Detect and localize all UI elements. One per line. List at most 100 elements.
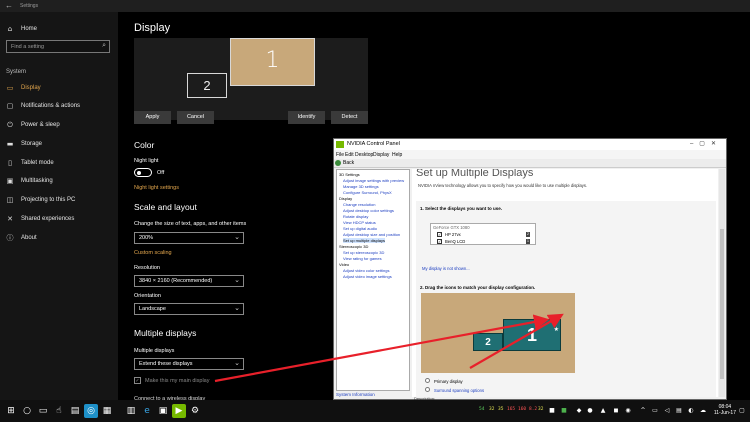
tree-item[interactable]: Rotate display (343, 214, 368, 219)
sidebar-item-label: Tablet mode (21, 160, 54, 166)
display-not-shown-link[interactable]: My display is not shown... (422, 266, 470, 271)
sidebar-item-multitasking[interactable]: ▣ Multitasking (0, 173, 118, 189)
clock[interactable]: 08:04 11-Jun-17 (714, 404, 736, 416)
menu-edit[interactable]: Edit (345, 152, 354, 158)
keyboard-icon[interactable]: ▤ (675, 404, 683, 418)
tree-item-selected[interactable]: Set up multiple displays (343, 238, 386, 243)
menu-file[interactable]: File (336, 152, 344, 158)
menu-display[interactable]: Display (373, 152, 389, 158)
step-1-label: 1. Select the displays you want to use. (420, 206, 503, 211)
tree-item[interactable]: Set up stereoscopic 3D (343, 250, 384, 255)
identify-button[interactable]: Identify (288, 111, 325, 124)
dropdown-value: 200% (139, 235, 154, 241)
tree-item[interactable]: View rating for games (343, 256, 382, 261)
task-view-icon[interactable]: ▭ (36, 404, 50, 418)
menu-help[interactable]: Help (392, 152, 402, 158)
tree-item[interactable]: View HDCP status (343, 220, 376, 225)
cancel-button[interactable]: Cancel (177, 111, 214, 124)
security-icon[interactable]: ◐ (687, 404, 695, 418)
app-window-icon[interactable]: ▣ (156, 404, 170, 418)
monitor-2-tile[interactable]: 2 (187, 73, 227, 98)
apply-button[interactable]: Apply (134, 111, 171, 124)
sidebar-item-about[interactable]: ⓘ About (0, 230, 118, 246)
multiple-displays-label: Multiple displays (134, 348, 175, 354)
main-display-checkbox[interactable]: ✓ (134, 377, 141, 384)
orientation-dropdown[interactable]: Landscape ⌄ (134, 303, 244, 315)
multiple-displays-dropdown[interactable]: Extend these displays ⌄ (134, 358, 244, 370)
sidebar-item-projecting[interactable]: ◫ Projecting to this PC (0, 192, 118, 208)
sidebar-item-notifications[interactable]: ▢ Notifications & actions (0, 98, 118, 114)
info-icon: ⓘ (6, 234, 14, 242)
tree-item[interactable]: Manage 3D settings (343, 184, 379, 189)
monitor-1-tile[interactable]: 1 (230, 38, 315, 86)
tray-app-icon[interactable]: ● (586, 404, 594, 418)
surround-spanning-link[interactable]: Surround spanning options (434, 388, 484, 393)
back-icon[interactable] (335, 160, 341, 166)
scale-dropdown[interactable]: 200% ⌄ (134, 232, 244, 244)
window-controls[interactable]: –▢✕ (690, 140, 722, 147)
night-light-toggle[interactable] (134, 168, 152, 177)
sidebar-item-home[interactable]: ⌂ Home (0, 21, 118, 37)
tree-item[interactable]: Adjust desktop color settings (343, 208, 394, 213)
display-arrangement-area[interactable]: 2 1 ★ (421, 293, 575, 373)
menu-desktop[interactable]: Desktop (355, 152, 373, 158)
sidebar-item-tablet[interactable]: ▯ Tablet mode (0, 155, 118, 171)
nvidia-monitor-1-tile[interactable]: 1 ★ (503, 319, 561, 351)
network-icon[interactable]: ▭ (651, 404, 659, 418)
tree-category[interactable]: Display (339, 196, 352, 201)
hand-icon[interactable]: ☝ (52, 404, 66, 418)
cloud-icon[interactable]: ☁ (699, 404, 707, 418)
back-arrow-icon[interactable]: ← (5, 1, 13, 10)
edge-icon[interactable]: e (140, 404, 154, 418)
resolution-dropdown[interactable]: 3840 × 2160 (Recommended) ⌄ (134, 275, 244, 287)
tree-item[interactable]: Configure Surround, PhysX (343, 190, 392, 195)
tree-item[interactable]: Adjust image settings with preview (343, 178, 404, 183)
tray-app-icon[interactable]: ◼ (612, 404, 620, 418)
volume-icon[interactable]: ◁ (663, 404, 671, 418)
tree-item[interactable]: Adjust video color settings (343, 268, 389, 273)
back-button[interactable]: Back (343, 160, 354, 166)
tree-item[interactable]: Change resolution (343, 202, 375, 207)
nvidia-scrollbar[interactable] (719, 169, 725, 397)
chevron-up-icon[interactable]: ^ (639, 404, 647, 418)
surround-radio[interactable] (425, 387, 430, 392)
sidebar-item-display[interactable]: ▭ Display (0, 80, 118, 96)
tray-app-icon[interactable]: ■ (560, 404, 568, 418)
primary-display-radio[interactable] (425, 378, 430, 383)
night-light-settings-link[interactable]: Night light settings (134, 185, 179, 191)
display-checkbox[interactable]: ✓ (437, 232, 442, 237)
tray-app-icon[interactable]: ▲ (599, 404, 607, 418)
detect-button[interactable]: Detect (331, 111, 368, 124)
settings-gear-icon[interactable]: ⚙ (188, 404, 202, 418)
tree-category[interactable]: Stereoscopic 3D (339, 244, 368, 249)
sidebar-item-power[interactable]: ⏻ Power & sleep (0, 117, 118, 133)
app-icon[interactable]: ◎ (84, 404, 98, 418)
chevron-down-icon: ⌄ (234, 277, 240, 284)
start-button-icon[interactable]: ⊞ (4, 404, 18, 418)
tray-app-icon[interactable]: ◆ (575, 404, 583, 418)
explorer-icon[interactable]: ▥ (124, 404, 138, 418)
search-icon[interactable]: ○ (20, 404, 34, 418)
search-placeholder: Find a setting (11, 44, 45, 50)
tree-item[interactable]: Adjust video image settings (343, 274, 392, 279)
custom-scaling-link[interactable]: Custom scaling (134, 250, 172, 256)
tree-item[interactable]: Set up digital audio (343, 226, 377, 231)
window-title: Settings (20, 3, 39, 9)
search-input[interactable]: Find a setting ⌕ (6, 40, 110, 53)
tree-category[interactable]: Video (339, 262, 349, 267)
sidebar-item-shared[interactable]: ✕ Shared experiences (0, 211, 118, 227)
scrollbar-thumb[interactable] (720, 229, 724, 379)
store-icon[interactable]: ▦ (100, 404, 114, 418)
tree-item[interactable]: Adjust desktop size and position (343, 232, 400, 237)
folder-icon[interactable]: ▤ (68, 404, 82, 418)
tree-category[interactable]: 3D Settings (339, 172, 360, 177)
nvidia-taskbar-icon[interactable]: ▶ (172, 404, 186, 418)
sidebar-item-storage[interactable]: ▬ Storage (0, 136, 118, 152)
display-checkbox[interactable]: ✓ (437, 239, 442, 244)
system-information-link[interactable]: System Information (336, 392, 375, 397)
nvidia-monitor-2-tile[interactable]: 2 (473, 333, 503, 351)
dropdown-value: 3840 × 2160 (Recommended) (139, 278, 213, 284)
tray-app-icon[interactable]: ■ (548, 404, 556, 418)
action-center-icon[interactable]: ▢ (738, 404, 746, 418)
tray-app-icon[interactable]: ◉ (624, 404, 632, 418)
